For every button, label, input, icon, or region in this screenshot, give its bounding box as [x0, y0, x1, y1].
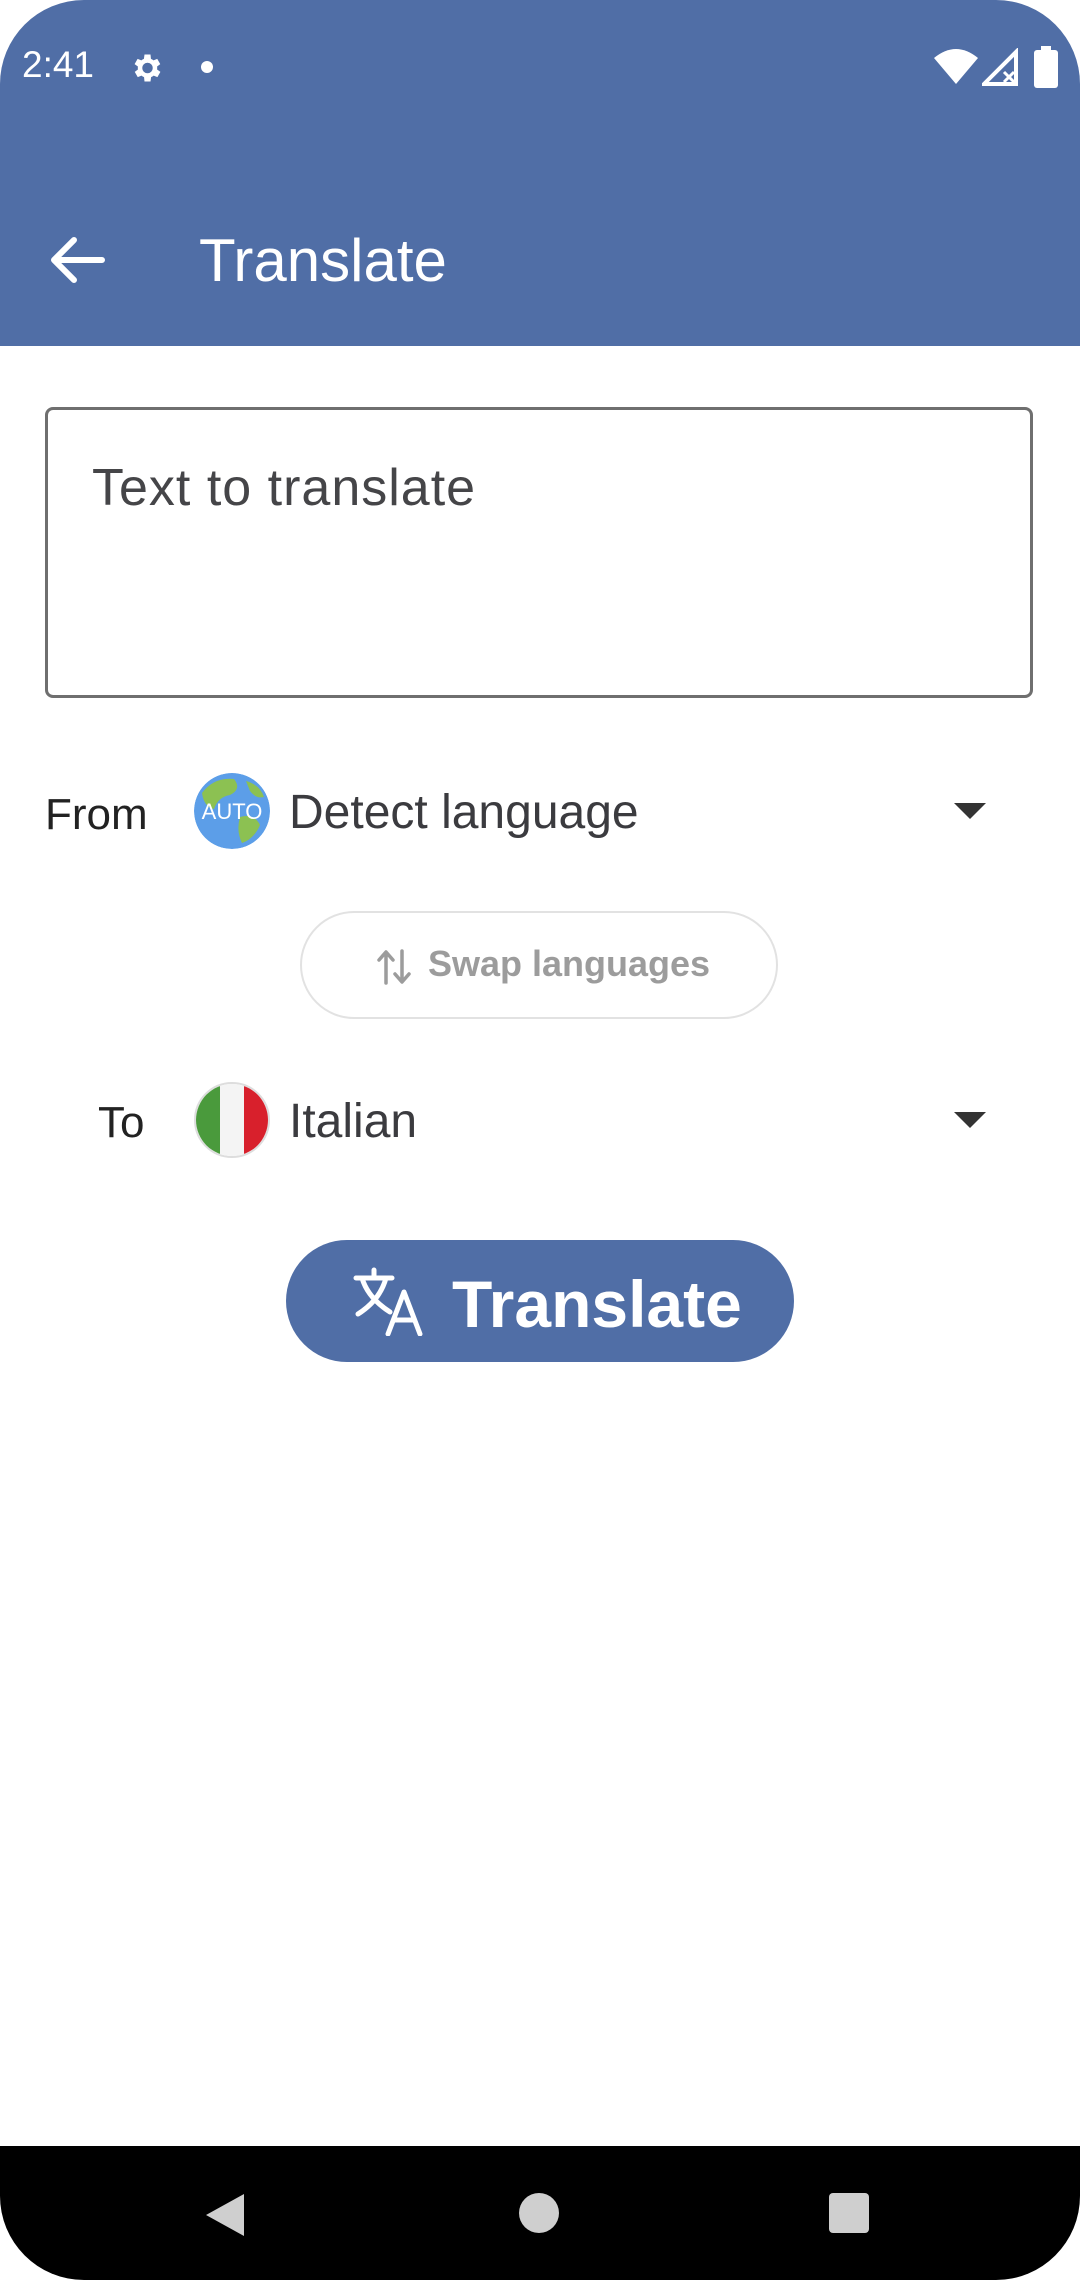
signal-icon: [982, 48, 1018, 86]
app-bar: 2:41 Translate: [0, 0, 1080, 346]
status-time: 2:41: [22, 44, 95, 85]
translate-icon: [353, 1267, 423, 1336]
to-language-select[interactable]: Italian: [289, 1094, 417, 1149]
swap-vertical-icon: [377, 949, 411, 985]
system-nav-bar: [0, 2146, 1080, 2280]
swap-languages-button[interactable]: Swap languages: [300, 911, 778, 1019]
to-label: To: [98, 1098, 145, 1147]
home-circle-icon[interactable]: [518, 2192, 560, 2234]
to-dropdown-caret-icon[interactable]: [954, 1112, 986, 1128]
from-language-select[interactable]: Detect language: [289, 785, 639, 840]
notification-dot-icon: [201, 61, 213, 73]
swap-languages-label: Swap languages: [428, 943, 711, 984]
text-to-translate-input[interactable]: Text to translate: [45, 407, 1033, 698]
page-title: Translate: [199, 227, 447, 294]
auto-globe-icon[interactable]: AUTO: [194, 773, 270, 849]
battery-icon: [1034, 46, 1058, 88]
settings-icon: [134, 54, 161, 82]
svg-text:AUTO: AUTO: [202, 799, 263, 824]
back-arrow-icon[interactable]: [46, 232, 108, 288]
from-label: From: [45, 790, 148, 839]
recents-square-icon[interactable]: [828, 2192, 870, 2234]
wifi-icon: [934, 49, 978, 84]
italy-flag-icon[interactable]: [194, 1082, 270, 1158]
phone-screen: 2:41 Translate Text to translate From AU…: [0, 0, 1080, 2280]
translate-button[interactable]: Translate: [286, 1240, 794, 1362]
input-placeholder: Text to translate: [92, 459, 477, 517]
from-dropdown-caret-icon[interactable]: [954, 803, 986, 819]
back-triangle-icon[interactable]: [204, 2192, 246, 2238]
translate-button-label: Translate: [452, 1267, 742, 1341]
